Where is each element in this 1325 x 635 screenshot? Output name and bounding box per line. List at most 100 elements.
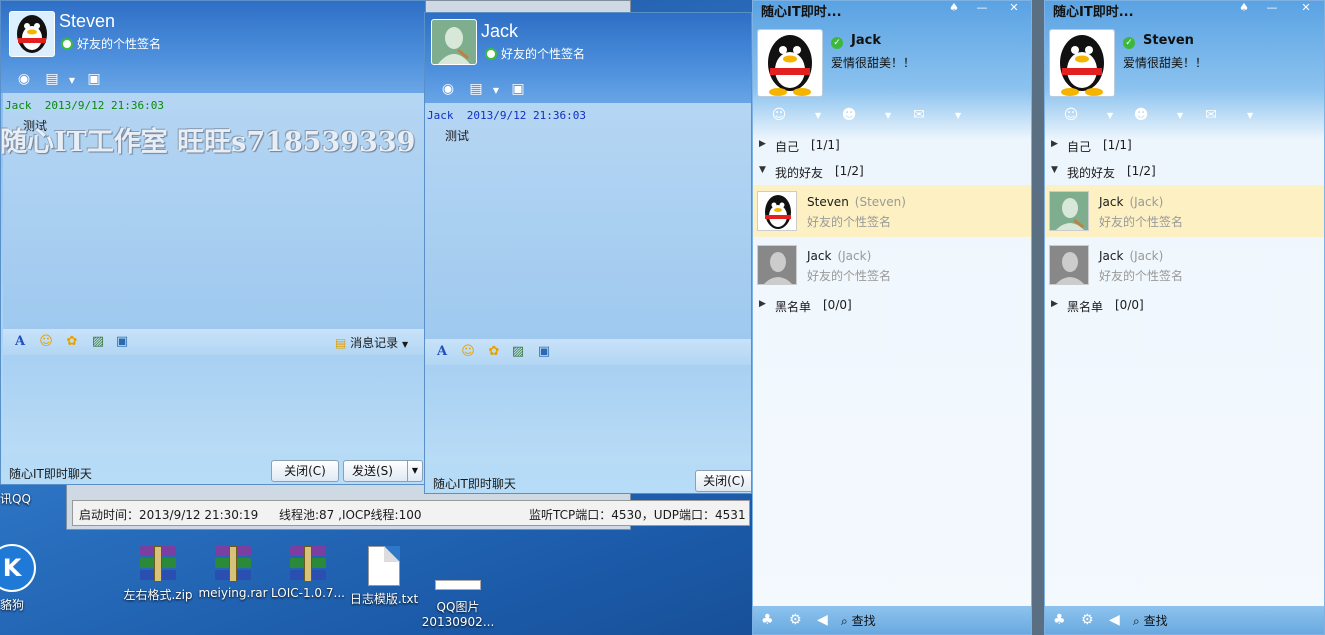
sticker-icon[interactable]: ✿ [485,343,503,361]
desktop-icon-label-2: 20130902... [421,615,495,629]
sticker-icon[interactable]: ✿ [63,333,81,351]
close-button[interactable]: 关闭(C) [271,460,339,482]
gear-icon[interactable]: ⚙ [789,612,802,628]
group-count: [1/2] [835,164,864,178]
chat-window-steven: Steven 好友的个性签名 ◉ ▤ ▼ ▣ Jack 2013/9/12 21… [0,0,426,485]
chevron-down-icon[interactable]: ▼ [406,461,418,481]
tab-contacts-icon[interactable]: ☺ [769,107,789,125]
chevron-down-icon[interactable]: ▼ [1177,111,1183,120]
friend-item[interactable]: Steven (Steven) 好友的个性签名 [753,185,1031,237]
friend-item[interactable]: Jack (Jack) 好友的个性签名 [1045,239,1324,291]
chevron-down-icon[interactable]: ▼ [815,111,821,120]
desktop-app-icon[interactable]: K [0,544,36,592]
online-status-icon[interactable]: ✓ [1123,37,1135,49]
tab-messages-icon[interactable]: ✉ [1201,107,1221,125]
chat-footer-label: 随心IT即时聊天 [9,467,92,481]
message-history[interactable]: Jack 2013/9/12 21:36:03 测试 [425,103,751,339]
main-menu-icon[interactable]: ♣ [761,612,774,628]
group-friends[interactable]: ▼ 我的好友 [1/2] [1045,161,1324,183]
send-button[interactable]: 发送(S) ▼ [343,460,423,482]
friend-item[interactable]: Jack (Jack) 好友的个性签名 [1045,185,1324,237]
chevron-down-icon[interactable]: ▼ [63,73,81,89]
chevron-down-icon[interactable]: ▼ [955,111,961,120]
remote-desktop-icon[interactable]: ▣ [509,81,527,97]
avatar [757,245,797,285]
status-icon [61,38,73,50]
history-button[interactable]: ▤ 消息记录 ▼ [335,334,408,351]
image-icon[interactable]: ▨ [89,333,107,351]
minimize-button[interactable]: — [1261,1,1283,15]
group-count: [0/0] [1115,298,1144,312]
online-status-icon[interactable]: ✓ [831,37,843,49]
screenshot-icon[interactable]: ▣ [535,343,553,361]
font-icon[interactable]: A [433,343,451,361]
bottom-toolbar: ♣ ⚙ ◀ ⌕ 查找 [753,606,1031,634]
tab-messages-icon[interactable]: ✉ [909,107,929,125]
close-button[interactable]: 关闭(C) [695,470,751,492]
group-blacklist[interactable]: ▶ 黑名单 [0/0] [753,295,1031,317]
emoji-icon[interactable]: ☺ [37,333,55,351]
desktop-icon-rar[interactable]: meiying.rar [193,546,273,600]
tab-groups-icon[interactable]: ☻ [839,107,859,125]
screenshot-icon[interactable]: ▣ [113,333,131,351]
file-transfer-icon[interactable]: ▤ [467,81,485,97]
group-blacklist[interactable]: ▶ 黑名单 [0/0] [1045,295,1324,317]
close-button[interactable]: ✕ [1295,1,1317,15]
find-button[interactable]: ⌕ 查找 [841,612,876,629]
window-title: 随心IT即时... [761,5,842,20]
archive-icon [138,546,178,582]
main-menu-icon[interactable]: ♣ [1053,612,1066,628]
chevron-right-icon: ▶ [759,299,766,309]
file-transfer-icon[interactable]: ▤ [43,71,61,87]
watermark-text: 随心IT工作室 旺旺s718539339 [0,127,416,158]
close-button[interactable]: ✕ [1003,1,1025,15]
minimize-button[interactable]: — [971,1,993,15]
user-name: ✓ Steven [1123,33,1194,49]
message-input[interactable] [3,355,425,455]
friend-item[interactable]: Jack (Jack) 好友的个性签名 [753,239,1031,291]
user-mood[interactable]: 爱情很甜美！！ [831,54,915,71]
image-icon[interactable]: ▨ [509,343,527,361]
image-file-icon [435,580,481,590]
user-mood[interactable]: 爱情很甜美！！ [1123,54,1207,71]
font-icon[interactable]: A [11,333,29,351]
desktop-icon-txt[interactable]: 日志模版.txt [344,546,424,607]
chevron-down-icon[interactable]: ▼ [1247,111,1253,120]
tab-groups-icon[interactable]: ☻ [1131,107,1151,125]
group-count: [1/2] [1127,164,1156,178]
search-icon: ⌕ [841,614,848,628]
group-self[interactable]: ▶ 自己 [1/1] [1045,135,1324,157]
message-input[interactable] [425,365,751,465]
chevron-down-icon: ▼ [759,165,766,175]
avatar[interactable] [757,29,823,97]
chevron-down-icon[interactable]: ▼ [885,111,891,120]
webcam-icon[interactable]: ◉ [15,71,33,87]
text-file-icon [368,546,400,586]
desktop-icon-image[interactable]: QQ图片 20130902... [418,556,498,629]
avatar[interactable] [1049,29,1115,97]
contact-signature: 好友的个性签名 [61,35,161,52]
desktop-icon-zip[interactable]: 左右格式.zip [118,546,198,603]
volume-icon[interactable]: ◀ [817,612,828,628]
desktop-icon-loic[interactable]: LOIC-1.0.7... [268,546,348,600]
find-button[interactable]: ⌕ 查找 [1133,612,1168,629]
skin-icon[interactable]: ♠ [1233,1,1255,15]
chevron-right-icon: ▶ [1051,139,1058,149]
tab-contacts-icon[interactable]: ☺ [1061,107,1081,125]
format-toolbar: A ☺ ✿ ▨ ▣ ▤ 消息记录 ▼ [3,329,425,355]
friend-name: Steven (Steven) [807,195,906,209]
group-self[interactable]: ▶ 自己 [1/1] [753,135,1031,157]
gear-icon[interactable]: ⚙ [1081,612,1094,628]
chevron-down-icon[interactable]: ▼ [1107,111,1113,120]
group-friends[interactable]: ▼ 我的好友 [1/2] [753,161,1031,183]
group-label: 自己 [775,140,800,154]
volume-icon[interactable]: ◀ [1109,612,1120,628]
emoji-icon[interactable]: ☺ [459,343,477,361]
chevron-down-icon[interactable]: ▼ [487,83,505,99]
group-count: [1/1] [811,138,840,152]
message-text: 测试 [445,129,470,143]
skin-icon[interactable]: ♠ [943,1,965,15]
desktop-icon-label: QQ图片 [436,600,480,614]
webcam-icon[interactable]: ◉ [439,81,457,97]
remote-desktop-icon[interactable]: ▣ [85,71,103,87]
